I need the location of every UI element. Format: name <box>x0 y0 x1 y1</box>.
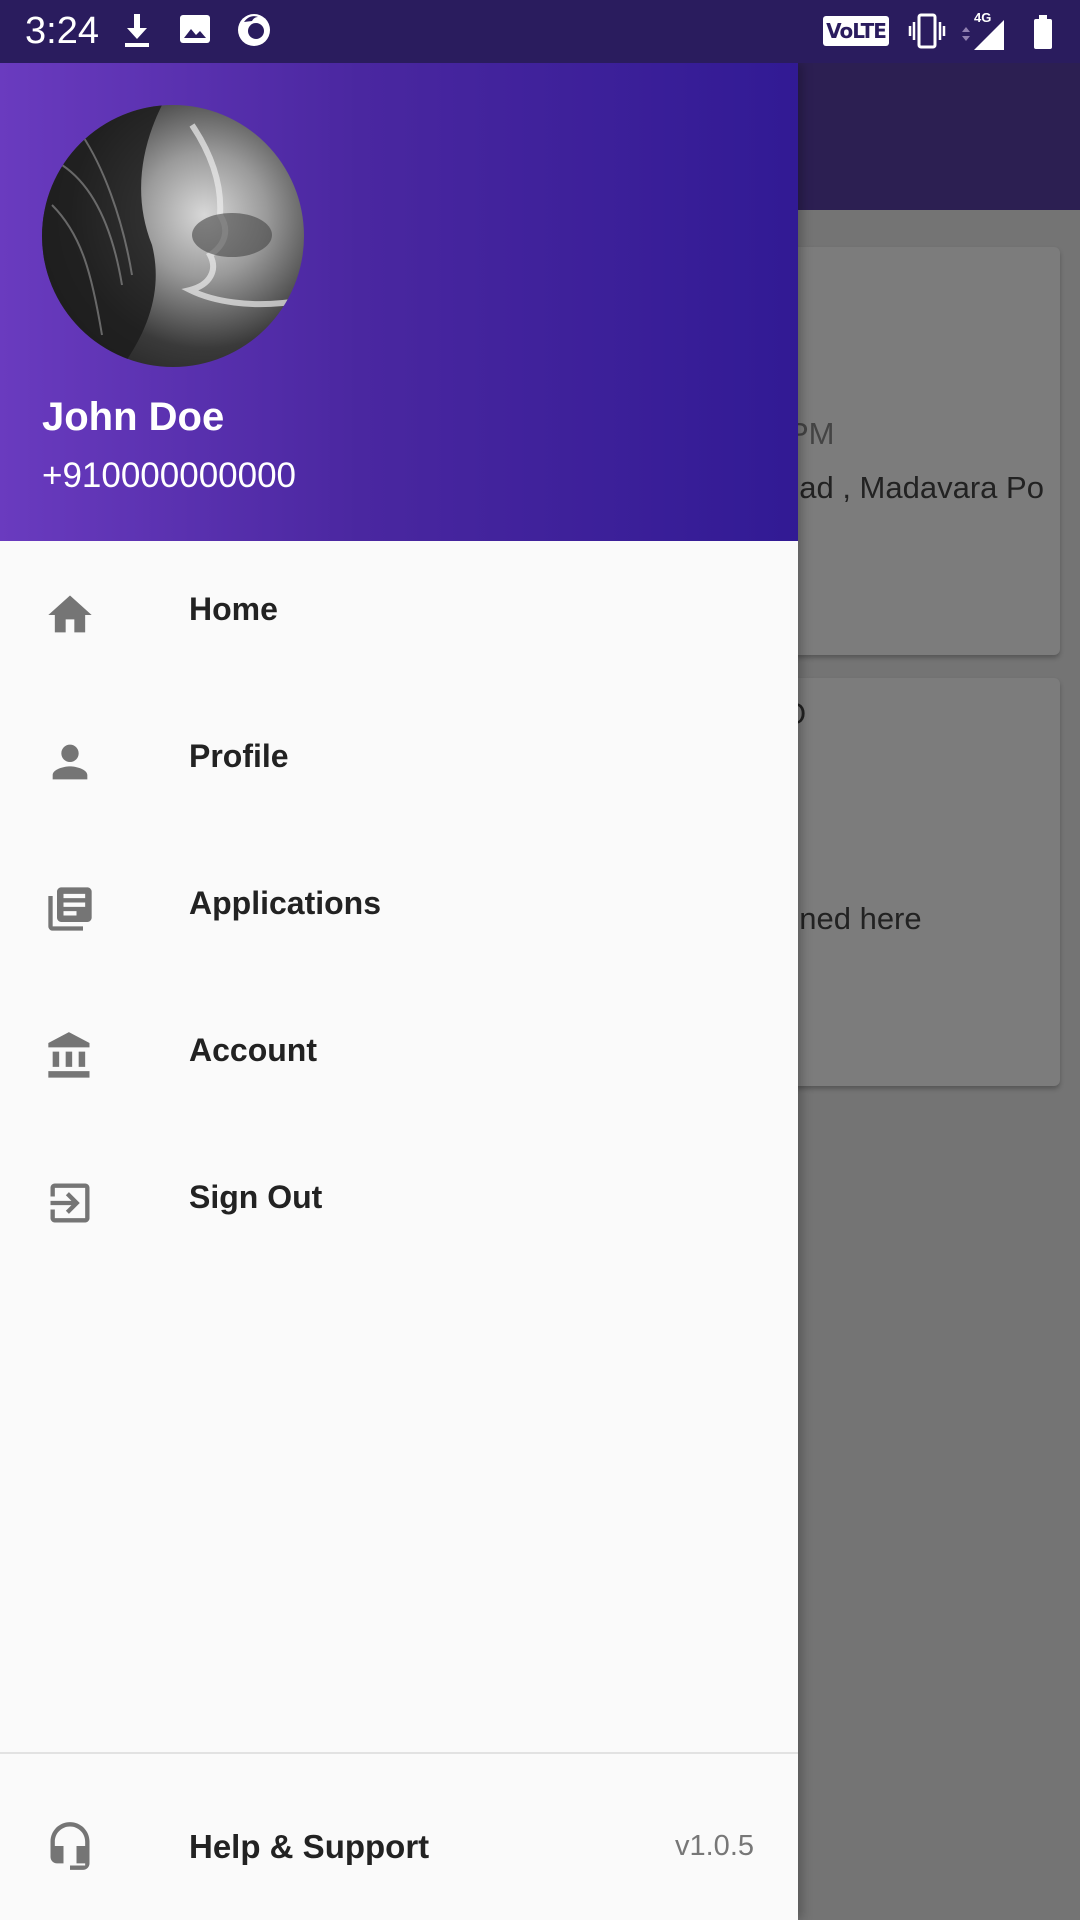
menu-item-account[interactable]: Account <box>0 982 798 1129</box>
signal-4g-icon: 4G <box>962 10 1004 50</box>
volte-icon: VoLTE <box>823 16 889 46</box>
navigation-drawer: John Doe +910000000000 Home Profile Appl… <box>0 63 798 1920</box>
menu-item-help-support[interactable]: Help & Support v1.0.5 <box>0 1818 798 1908</box>
app-version: v1.0.5 <box>675 1830 754 1862</box>
menu-item-label: Home <box>189 591 278 627</box>
status-time: 3:24 <box>25 10 99 52</box>
exit-icon <box>50 1183 90 1223</box>
headset-icon <box>50 1822 90 1870</box>
avatar-photo <box>42 105 304 367</box>
menu-item-home[interactable]: Home <box>0 541 798 688</box>
menu-item-label: Account <box>189 1032 317 1068</box>
drawer-divider <box>0 1752 798 1754</box>
background-card <box>760 678 1060 1086</box>
library-books-icon <box>48 887 92 931</box>
firefox-icon <box>238 14 270 46</box>
menu-item-applications[interactable]: Applications <box>0 835 798 982</box>
image-icon <box>180 15 210 43</box>
user-phone: +910000000000 <box>42 456 297 495</box>
drawer-header: John Doe +910000000000 <box>0 63 798 541</box>
menu-item-sign-out[interactable]: Sign Out <box>0 1129 798 1276</box>
menu-item-profile[interactable]: Profile <box>0 688 798 835</box>
person-icon <box>52 744 88 780</box>
battery-icon <box>1034 15 1052 49</box>
user-name: John Doe <box>42 395 225 439</box>
background-text: oad , Madavara Po <box>782 470 1044 505</box>
bank-icon <box>48 1032 90 1078</box>
status-bar: 3:24 VoLTE 4G <box>0 0 1080 63</box>
menu-item-label: Applications <box>189 885 382 921</box>
menu-item-label: Profile <box>189 738 289 774</box>
download-icon <box>125 14 149 47</box>
svg-text:4G: 4G <box>974 10 991 25</box>
background-text: oned here <box>782 901 922 936</box>
help-support-label: Help & Support <box>189 1828 430 1865</box>
vibrate-icon <box>908 13 946 49</box>
menu-item-label: Sign Out <box>189 1179 323 1215</box>
avatar[interactable] <box>42 105 304 367</box>
home-icon <box>48 595 92 633</box>
